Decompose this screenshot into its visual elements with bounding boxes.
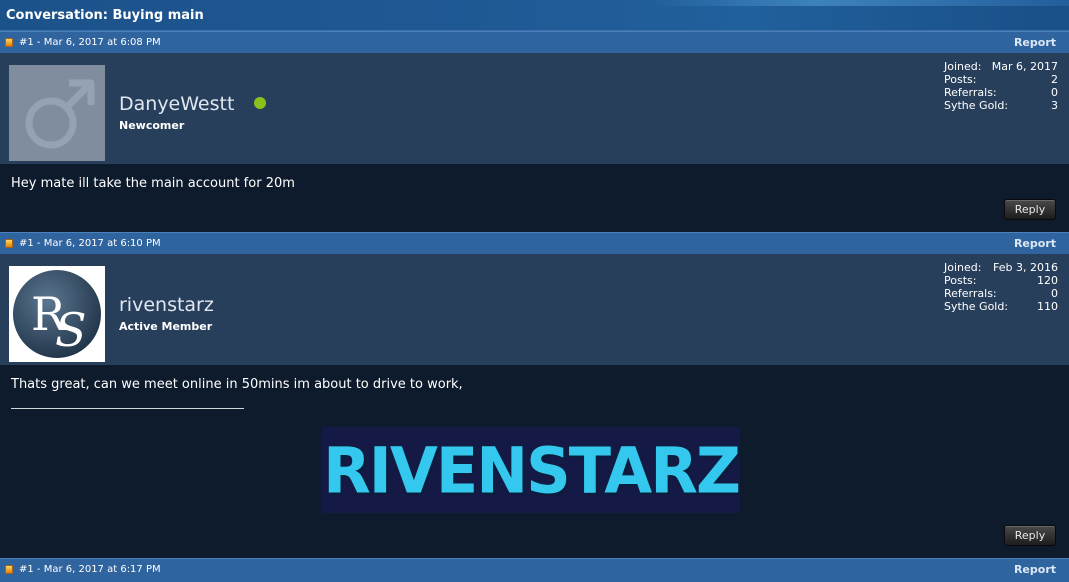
stat-sythe-gold: Sythe Gold: 3 bbox=[944, 99, 1058, 112]
user-rank: Newcomer bbox=[119, 119, 185, 132]
signature-divider bbox=[11, 408, 244, 409]
stat-sythe-gold: Sythe Gold: 110 bbox=[944, 300, 1058, 313]
reply-button[interactable]: Reply bbox=[1004, 199, 1056, 220]
online-status-indicator bbox=[254, 97, 266, 109]
stat-referrals: Referrals: 0 bbox=[944, 287, 1058, 300]
message-text: Thats great, can we meet online in 50min… bbox=[11, 377, 463, 392]
username[interactable]: rivenstarz bbox=[119, 294, 214, 316]
report-link[interactable]: Report bbox=[1014, 36, 1056, 49]
report-link[interactable]: Report bbox=[1014, 237, 1056, 250]
message-meta[interactable]: #1 - Mar 6, 2017 at 6:10 PM bbox=[19, 238, 161, 249]
signature-banner-text: RIVENSTARZ bbox=[323, 432, 741, 508]
conversation-title-bar: Conversation: Buying main bbox=[0, 0, 1069, 31]
message-meta[interactable]: #1 - Mar 6, 2017 at 6:17 PM bbox=[19, 564, 161, 575]
message-header: #1 - Mar 6, 2017 at 6:17 PM Report bbox=[0, 558, 1069, 582]
username[interactable]: DanyeWestt bbox=[119, 93, 234, 115]
message-icon bbox=[5, 565, 13, 574]
stat-posts: Posts: 2 bbox=[944, 73, 1058, 86]
stat-joined: Joined: Feb 3, 2016 bbox=[944, 261, 1058, 274]
stat-joined: Joined: Mar 6, 2017 bbox=[944, 60, 1058, 73]
avatar[interactable] bbox=[9, 65, 105, 161]
stat-referrals: Referrals: 0 bbox=[944, 86, 1058, 99]
user-info-panel: DanyeWestt Newcomer Joined: Mar 6, 2017 P… bbox=[0, 53, 1069, 164]
rs-logo-icon: R S bbox=[13, 270, 101, 358]
avatar[interactable]: R S bbox=[9, 266, 105, 362]
stat-posts: Posts: 120 bbox=[944, 274, 1058, 287]
message-icon bbox=[5, 38, 13, 47]
signature-banner: RIVENSTARZ bbox=[322, 427, 741, 513]
report-link[interactable]: Report bbox=[1014, 563, 1056, 576]
user-stats: Joined: Mar 6, 2017 Posts: 2 Referrals: 0 S… bbox=[944, 60, 1058, 112]
conversation-title: Conversation: Buying main bbox=[6, 8, 204, 23]
message-meta[interactable]: #1 - Mar 6, 2017 at 6:08 PM bbox=[19, 37, 161, 48]
message-body: Hey mate ill take the main account for 2… bbox=[0, 164, 1069, 232]
title-bar-decoration bbox=[649, 0, 1069, 6]
svg-text:S: S bbox=[55, 303, 87, 357]
message-header: #1 - Mar 6, 2017 at 6:08 PM Report bbox=[0, 31, 1069, 53]
male-symbol-icon bbox=[25, 79, 95, 149]
user-rank: Active Member bbox=[119, 320, 213, 333]
message-text: Hey mate ill take the main account for 2… bbox=[11, 176, 295, 191]
user-info-panel: R S rivenstarz Active Member Joined: Feb … bbox=[0, 254, 1069, 365]
message-header: #1 - Mar 6, 2017 at 6:10 PM Report bbox=[0, 232, 1069, 254]
reply-button[interactable]: Reply bbox=[1004, 525, 1056, 546]
message-icon bbox=[5, 239, 13, 248]
user-stats: Joined: Feb 3, 2016 Posts: 120 Referrals: 0… bbox=[944, 261, 1058, 313]
